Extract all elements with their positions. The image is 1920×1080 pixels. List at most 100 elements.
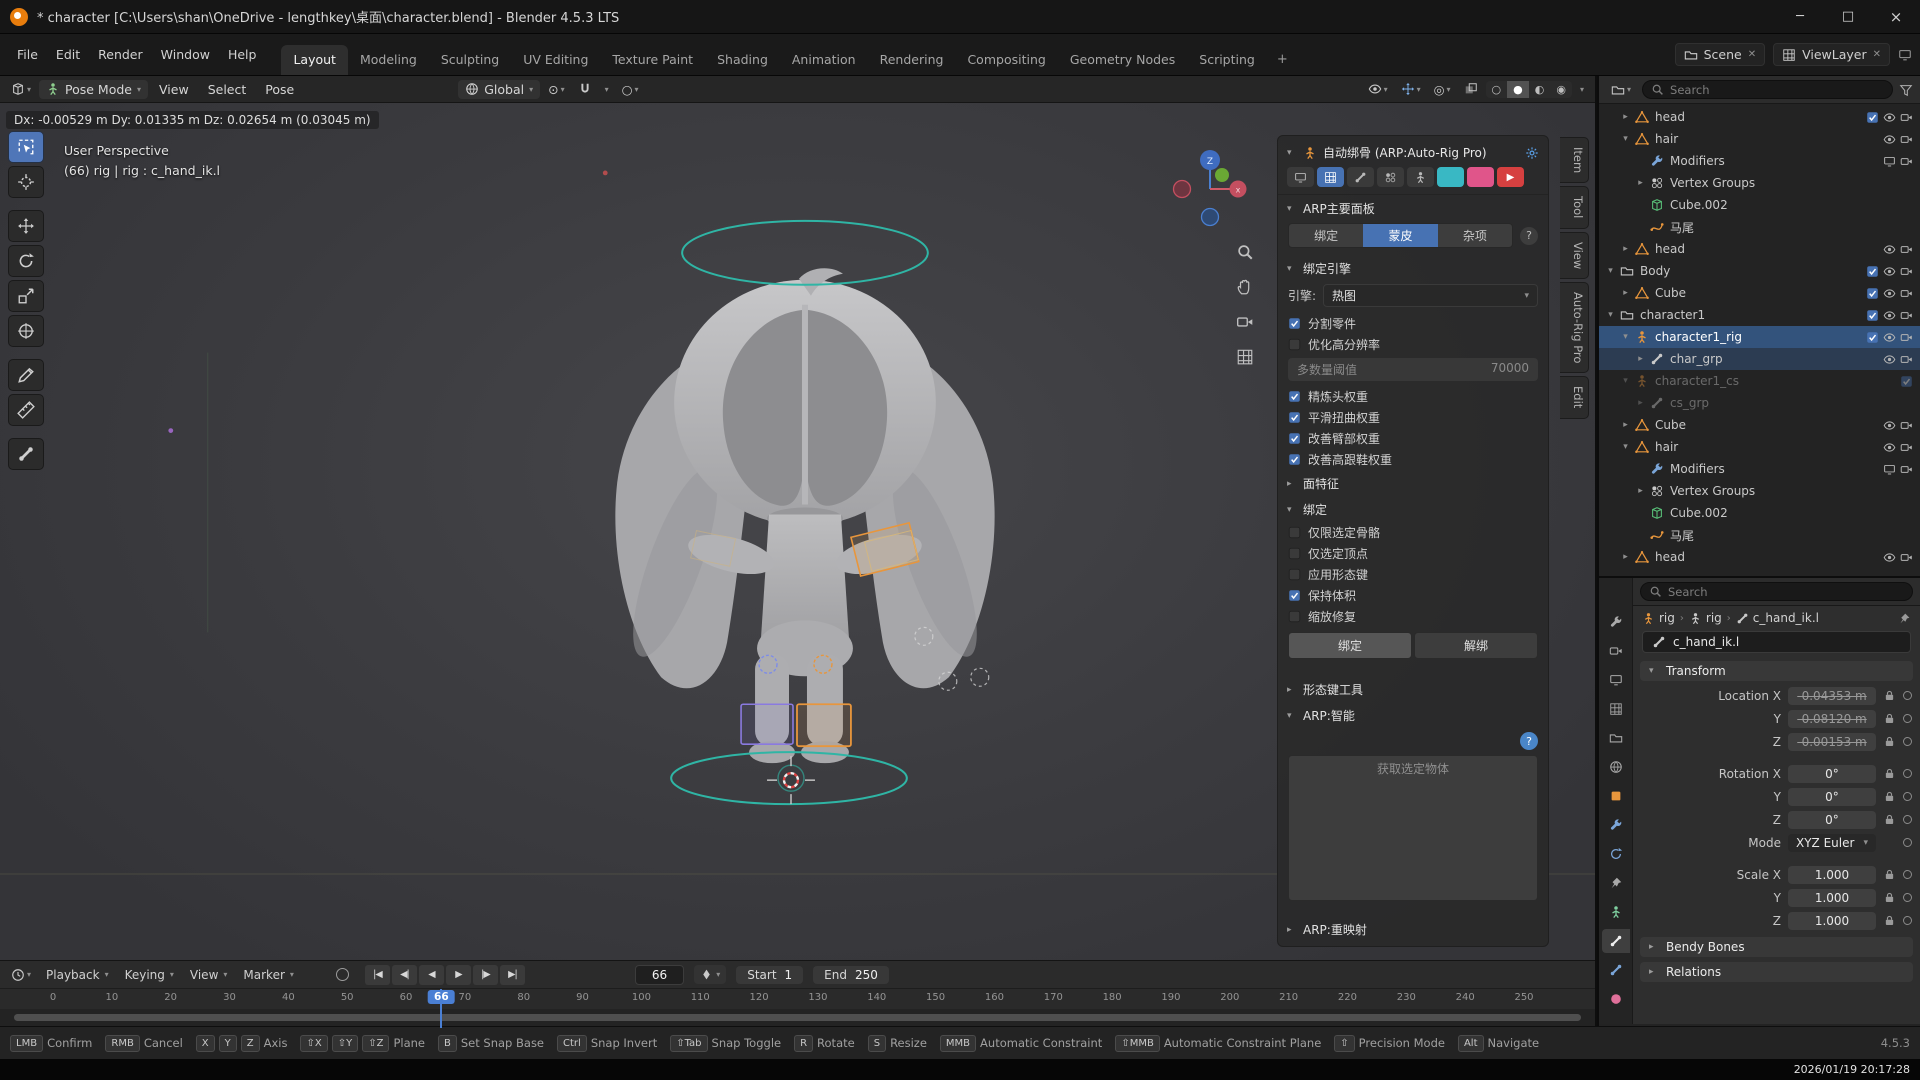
outliner-editor-type-button[interactable]: ▾ (1606, 81, 1636, 99)
lock-icon[interactable] (1883, 712, 1896, 725)
expand-arrow-icon[interactable]: ▾ (1605, 266, 1616, 276)
sidebar-tab-auto-rig-pro[interactable]: Auto-Rig Pro (1560, 282, 1589, 373)
navigation-gizmo[interactable]: Z x (1170, 147, 1252, 233)
arp-tab-rig[interactable] (1347, 167, 1374, 187)
cursor-tool-button[interactable] (8, 166, 44, 198)
workspace-tab-scripting[interactable]: Scripting (1187, 45, 1267, 75)
field-y[interactable]: 0° (1788, 788, 1876, 806)
render-camera-icon[interactable] (1900, 287, 1913, 300)
breadcrumb-item-rig[interactable]: rig (1642, 611, 1675, 625)
checkbox-分割零件[interactable]: 分割零件 (1278, 313, 1548, 334)
properties-tab-world[interactable] (1602, 755, 1630, 779)
menu-select[interactable]: Select (200, 80, 255, 99)
select-box-tool-button[interactable] (8, 131, 44, 163)
timeline-ruler[interactable]: 0102030405060708090100110120130140150160… (0, 988, 1595, 1009)
outliner-row-cube[interactable]: ▸Cube (1599, 414, 1920, 436)
properties-tab-physics[interactable] (1602, 842, 1630, 866)
engine-dropdown[interactable]: 热图 ▾ (1323, 284, 1538, 307)
checkbox-优化高分辨率[interactable]: 优化高分辨率 (1278, 334, 1548, 355)
visibility-eye-icon[interactable] (1883, 331, 1896, 344)
animate-decorator[interactable] (1903, 737, 1912, 746)
properties-tab-constraints[interactable] (1602, 871, 1630, 895)
properties-tab-material[interactable] (1602, 987, 1630, 1011)
rig-foot-control-l[interactable] (741, 704, 793, 744)
xray-toggle[interactable] (1459, 80, 1483, 98)
lock-icon[interactable] (1883, 689, 1896, 702)
workspace-tab-rendering[interactable]: Rendering (868, 45, 956, 75)
field-scale-x[interactable]: 1.000 (1788, 866, 1876, 884)
close-button[interactable]: × (1872, 0, 1920, 33)
arp-remap-section[interactable]: ARP:重映射 (1303, 921, 1367, 938)
lock-icon[interactable] (1883, 914, 1896, 927)
workspace-tab-texture-paint[interactable]: Texture Paint (600, 45, 705, 75)
render-camera-icon[interactable] (1900, 419, 1913, 432)
field-y[interactable]: -0.08120 m (1788, 710, 1876, 728)
outliner-row-cube-002[interactable]: Cube.002 (1599, 194, 1920, 216)
unbind-button[interactable]: 解绑 (1414, 632, 1538, 659)
outliner-row-hair[interactable]: ▾hair (1599, 128, 1920, 150)
playhead-frame-badge[interactable]: 66 (428, 990, 455, 1004)
selectable-checkbox-icon[interactable] (1866, 331, 1879, 344)
editor-layout-icon[interactable] (1898, 48, 1912, 62)
timeline-menu-marker[interactable]: Marker▾ (235, 966, 302, 984)
render-camera-icon[interactable] (1900, 463, 1913, 476)
field-y[interactable]: 1.000 (1788, 889, 1876, 907)
outliner-row-cube-002[interactable]: Cube.002 (1599, 502, 1920, 524)
visibility-eye-icon[interactable] (1883, 265, 1896, 278)
workspace-tab-layout[interactable]: Layout (281, 45, 348, 75)
outliner-row-head[interactable]: ▸head (1599, 238, 1920, 260)
workspace-tab-geometry-nodes[interactable]: Geometry Nodes (1058, 45, 1187, 75)
render-camera-icon[interactable] (1900, 133, 1913, 146)
arp-smart-section[interactable]: ARP:智能 (1303, 707, 1355, 724)
animate-decorator[interactable] (1903, 916, 1912, 925)
field-z[interactable]: -0.00153 m (1788, 733, 1876, 751)
arp-bind-section[interactable]: 绑定 (1303, 501, 1327, 518)
timeline-scrollbar[interactable] (14, 1014, 1581, 1021)
outliner-row-cube[interactable]: ▸Cube (1599, 282, 1920, 304)
breadcrumb-item-c-hand-ik-l[interactable]: c_hand_ik.l (1736, 611, 1819, 625)
render-camera-icon[interactable] (1900, 155, 1913, 168)
annotate-tool-button[interactable] (8, 359, 44, 391)
outliner-row-modifiers[interactable]: Modifiers (1599, 150, 1920, 172)
arp-tab-pose[interactable] (1407, 167, 1434, 187)
rig-root-control[interactable] (671, 752, 907, 804)
expand-arrow-icon[interactable]: ▸ (1620, 112, 1631, 122)
sidebar-tab-item[interactable]: Item (1560, 137, 1589, 183)
outliner-row-vertex-groups[interactable]: ▸Vertex Groups (1599, 172, 1920, 194)
workspace-tab-sculpting[interactable]: Sculpting (429, 45, 511, 75)
field-location-x[interactable]: -0.04353 m (1788, 687, 1876, 705)
viewport-display-icon[interactable] (1883, 155, 1896, 168)
maximize-button[interactable]: □ (1824, 0, 1872, 33)
timeline-menu-playback[interactable]: Playback▾ (38, 966, 117, 984)
measure-tool-button[interactable] (8, 394, 44, 426)
sidebar-tab-tool[interactable]: Tool (1560, 186, 1589, 228)
outliner-row-马尾[interactable]: 马尾 (1599, 524, 1920, 546)
editor-type-button[interactable]: ▾ (6, 80, 36, 98)
sidebar-tab-edit[interactable]: Edit (1560, 376, 1589, 418)
scene-selector[interactable]: Scene ✕ (1675, 43, 1766, 66)
field-z[interactable]: 0° (1788, 811, 1876, 829)
bone-name-field[interactable]: c_hand_ik.l (1642, 631, 1911, 653)
animate-decorator[interactable] (1903, 792, 1912, 801)
smart-help-button[interactable]: ? (1520, 732, 1538, 750)
render-camera-icon[interactable] (1900, 309, 1913, 322)
outliner-row-character1[interactable]: ▾character1 (1599, 304, 1920, 326)
outliner-row-modifiers[interactable]: Modifiers (1599, 458, 1920, 480)
render-camera-icon[interactable] (1900, 353, 1913, 366)
pin-icon[interactable] (1898, 612, 1911, 625)
ortho-grid-icon[interactable] (1236, 348, 1254, 366)
checkbox-保持体积[interactable]: 保持体积 (1278, 585, 1548, 606)
snap-settings-dropdown[interactable]: ▾ (600, 83, 614, 96)
next-key-button[interactable]: |▶ (473, 965, 498, 985)
voxel-threshold-field[interactable]: 多数量阈值 70000 (1288, 358, 1538, 381)
play-button[interactable]: ▶ (446, 965, 471, 985)
taskbar-clock[interactable]: 2026/01/19 20:17:28 (1794, 1063, 1910, 1076)
animate-decorator[interactable] (1903, 691, 1912, 700)
pose-tool-tool-button[interactable] (8, 438, 44, 470)
mode-dropdown[interactable]: Pose Mode▾ (39, 80, 148, 99)
orientation-dropdown[interactable]: Global▾ (458, 80, 540, 99)
arp-help-button[interactable]: ? (1520, 227, 1538, 245)
expand-arrow-icon[interactable]: ▾ (1605, 310, 1616, 320)
animate-decorator[interactable] (1903, 893, 1912, 902)
arp-tab-grid[interactable] (1317, 167, 1344, 187)
